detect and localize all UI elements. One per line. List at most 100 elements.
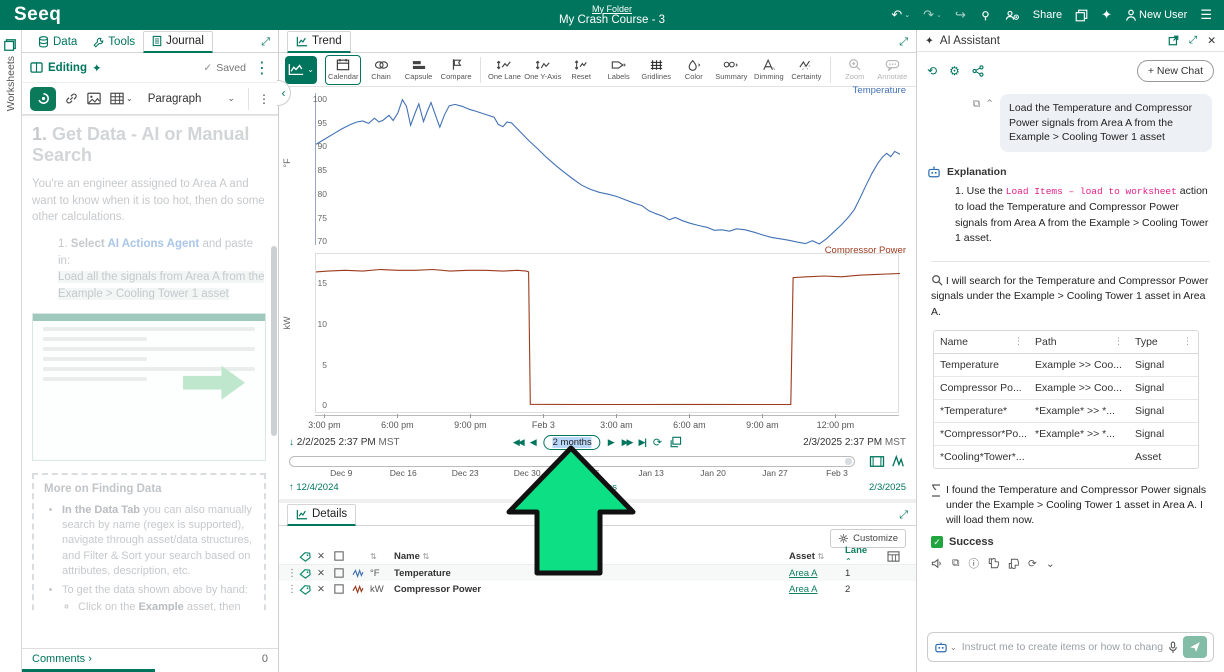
thumbs-up-icon[interactable] [1008, 558, 1019, 569]
windows-icon[interactable] [1075, 9, 1088, 22]
table-row[interactable]: TemperatureExample >> Coo...Signal [934, 354, 1198, 377]
close-ai-icon[interactable]: ✕ [1207, 35, 1216, 47]
row-menu-icon[interactable]: ⋮ [287, 568, 299, 579]
toolbar-dimming-button[interactable]: Dimming [751, 55, 787, 85]
toolbar-certainty-button[interactable]: Certainty [789, 55, 825, 85]
item-checkbox[interactable] [334, 568, 352, 578]
item-name[interactable]: Temperature [394, 568, 451, 579]
new-chat-button[interactable]: + New Chat [1137, 60, 1214, 82]
column-menu-icon[interactable]: ⋮ [1014, 336, 1023, 347]
remove-item-icon[interactable]: ✕ [317, 584, 334, 595]
send-button[interactable] [1183, 636, 1207, 658]
toolbar-annotate-button[interactable]: Annotate [875, 55, 911, 85]
toolbar-color-button[interactable]: Color [676, 55, 712, 85]
expand-trend-icon[interactable]: ⤢ [899, 36, 916, 52]
asset-link[interactable]: Area A [789, 584, 818, 595]
column-menu-icon[interactable]: ⋮ [1114, 336, 1123, 347]
toolbar-calendar-button[interactable]: Calendar [325, 55, 361, 85]
journal-menu-icon[interactable]: ⋮ [254, 58, 270, 78]
thumbs-down-icon[interactable] [988, 558, 999, 569]
display-range-end[interactable]: 2/3/2025 2:37 PM MST [803, 437, 906, 448]
row-menu-icon[interactable]: ⋮ [287, 584, 299, 595]
table-row[interactable]: *Temperature**Example* >> *...Signal [934, 400, 1198, 423]
toolbar-gridlines-button[interactable]: Gridlines [638, 55, 674, 85]
column-menu-icon[interactable]: ⋮ [1183, 336, 1192, 347]
paragraph-style-dropdown[interactable]: Paragraph ⌄ [148, 93, 235, 105]
journal-ai-button[interactable] [30, 87, 56, 111]
remove-item-icon[interactable]: ✕ [317, 568, 334, 579]
investigate-end[interactable]: 2/3/2025 [869, 482, 906, 493]
tab-details[interactable]: Details [287, 504, 356, 526]
share-button[interactable]: Share [1033, 9, 1062, 21]
asset-header[interactable]: Asset ⇅ [789, 551, 844, 562]
journal-scrollbar[interactable] [271, 246, 277, 436]
select-all-checkbox[interactable] [334, 551, 352, 561]
auto-update-icon[interactable] [891, 455, 906, 468]
compressor-power-lane[interactable]: Compressor Power kW 051015 [279, 247, 916, 415]
refresh-button[interactable]: ⟳ [653, 436, 662, 449]
add-user-icon[interactable] [1005, 9, 1020, 22]
item-tag-icon[interactable] [299, 568, 317, 579]
mic-icon[interactable] [1168, 641, 1178, 654]
asset-link[interactable]: Area A [789, 568, 818, 579]
tab-tools[interactable]: Tools [85, 33, 143, 52]
copy-message-icon[interactable]: ⧉ [973, 98, 981, 111]
item-name[interactable]: Compressor Power [394, 584, 481, 595]
read-aloud-icon[interactable] [931, 558, 943, 569]
expand-details-icon[interactable]: ⤢ [899, 509, 916, 525]
capsule-view-icon[interactable] [869, 455, 885, 468]
toolbar-one-y-axis-button[interactable]: One Y-Axis [524, 55, 561, 85]
link-icon[interactable] [65, 92, 78, 105]
info-icon[interactable]: ⓘ [969, 556, 980, 571]
share-chat-icon[interactable] [972, 65, 984, 77]
chat-history-icon[interactable]: ⟲ [927, 64, 937, 78]
collapse-message-icon[interactable]: ⌃ [985, 98, 994, 111]
hamburger-menu-icon[interactable]: ☰ [1200, 7, 1212, 23]
item-checkbox[interactable] [334, 584, 352, 594]
trend-chart[interactable]: Temperature °F 707580859095100 Compresso… [279, 87, 916, 431]
undo-button[interactable]: ↶⌄ [891, 7, 910, 23]
toolbar-zoom-button[interactable]: Zoom [837, 55, 873, 85]
item-tag-icon[interactable] [299, 584, 317, 595]
expand-journal-icon[interactable]: ⤢ [261, 36, 278, 52]
ai-settings-gear-icon[interactable]: ⚙ [949, 64, 960, 78]
forward-icon[interactable]: ↪ [955, 7, 966, 23]
image-icon[interactable] [87, 92, 101, 105]
ai-sparkle-icon[interactable]: ✦ [92, 61, 102, 75]
location-icon[interactable] [979, 9, 992, 22]
agent-select-icon[interactable]: ⌄ [934, 641, 957, 653]
details-row-compressor-power[interactable]: ⋮ ✕ kW Compressor Power Area A 2 [279, 581, 916, 597]
comments-link[interactable]: Comments › [32, 653, 92, 665]
table-icon[interactable]: ⌄ [110, 92, 133, 105]
toolbar-compare-button[interactable]: Compare [438, 55, 474, 85]
more-actions-chevron-icon[interactable]: ⌄ [1046, 558, 1055, 570]
ai-actions-agent-link[interactable]: AI Actions Agent [107, 238, 199, 250]
toolbar-reset-button[interactable]: Reset [563, 55, 599, 85]
temperature-lane[interactable]: Temperature °F 707580859095100 [279, 87, 916, 247]
toolbar-labels-button[interactable]: Labels [601, 55, 637, 85]
tab-trend[interactable]: Trend [287, 31, 351, 53]
ai-sparkle-icon[interactable]: ✦ [1101, 7, 1112, 23]
select-all-tag-icon[interactable] [299, 551, 317, 562]
more-formatting-icon[interactable]: ⋮ [258, 92, 270, 106]
expand-ai-icon[interactable]: ⤢ [1189, 34, 1197, 47]
copy-response-icon[interactable]: ⧉ [952, 557, 960, 570]
ai-chat-input[interactable] [962, 641, 1163, 653]
tab-journal[interactable]: Journal [143, 31, 213, 53]
toolbar-one-lane-button[interactable]: One Lane [487, 55, 523, 85]
grid-columns-icon[interactable] [887, 551, 900, 562]
toolbar-chain-button[interactable]: Chain [363, 55, 399, 85]
toolbar-summary-button[interactable]: Summary [714, 55, 750, 85]
table-row[interactable]: Compressor Po...Example >> Coo...Signal [934, 377, 1198, 400]
current-range-marker[interactable] [845, 458, 852, 465]
remove-all-icon[interactable]: ✕ [317, 551, 334, 562]
open-in-new-window-icon[interactable] [1168, 35, 1179, 46]
regenerate-icon[interactable]: ⟳ [1028, 558, 1037, 570]
redo-button[interactable]: ↷⌄ [923, 7, 942, 23]
breadcrumb[interactable]: My Folder [592, 4, 632, 14]
tab-data[interactable]: Data [30, 33, 85, 52]
table-row[interactable]: *Compressor*Po...*Example* >> *...Signal [934, 423, 1198, 446]
user-menu[interactable]: New User [1125, 9, 1187, 22]
worksheets-rail[interactable]: Worksheets [0, 30, 22, 672]
display-range-start[interactable]: 2/2/2025 2:37 PM [297, 437, 376, 448]
